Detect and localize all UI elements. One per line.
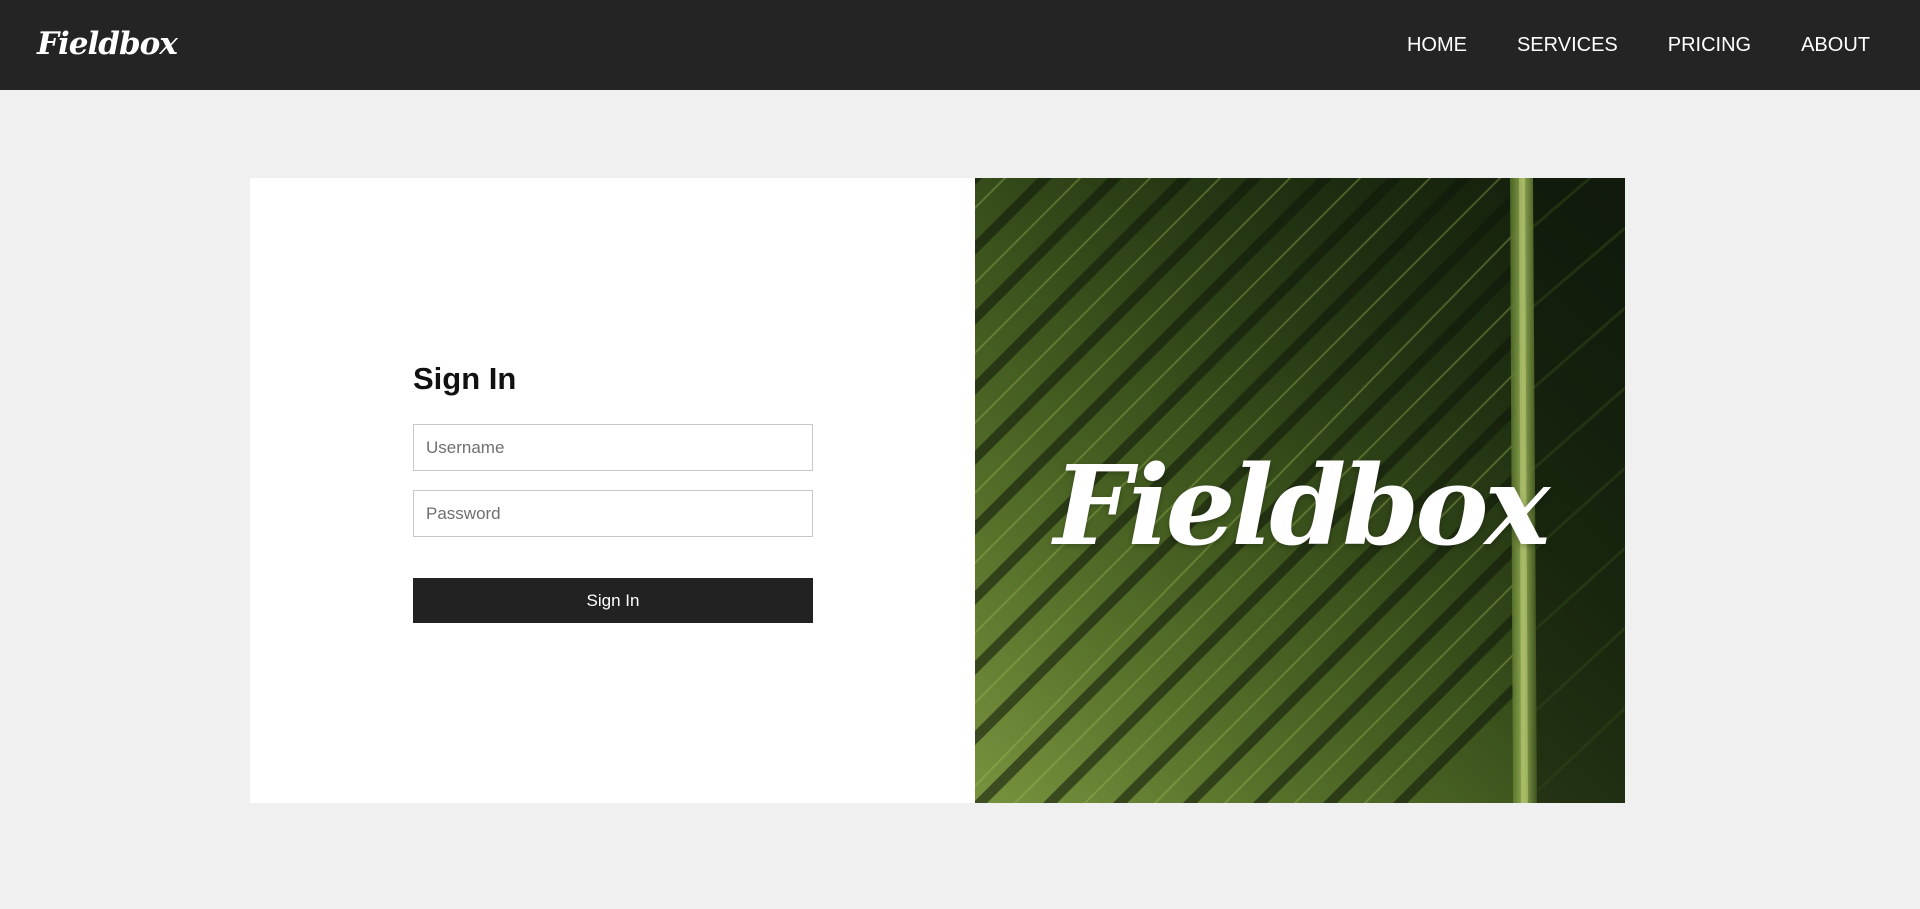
nav-link-pricing[interactable]: PRICING bbox=[1668, 0, 1751, 90]
sign-in-button[interactable]: Sign In bbox=[413, 578, 813, 623]
hero-image-panel: Fieldbox bbox=[975, 178, 1625, 803]
main-nav: HOME SERVICES PRICING ABOUT bbox=[1407, 0, 1870, 90]
password-input[interactable] bbox=[413, 490, 813, 537]
username-input[interactable] bbox=[413, 424, 813, 471]
nav-link-services[interactable]: SERVICES bbox=[1517, 0, 1618, 90]
login-panel: Sign In Sign In bbox=[250, 178, 975, 803]
hero-brand-wordmark: Fieldbox bbox=[1053, 441, 1550, 570]
nav-link-home[interactable]: HOME bbox=[1407, 0, 1467, 90]
nav-link-about[interactable]: ABOUT bbox=[1801, 0, 1870, 90]
brand-logo[interactable]: Fieldbox bbox=[37, 22, 178, 66]
top-navbar: Fieldbox HOME SERVICES PRICING ABOUT bbox=[0, 0, 1920, 90]
sign-in-heading: Sign In bbox=[413, 361, 517, 396]
